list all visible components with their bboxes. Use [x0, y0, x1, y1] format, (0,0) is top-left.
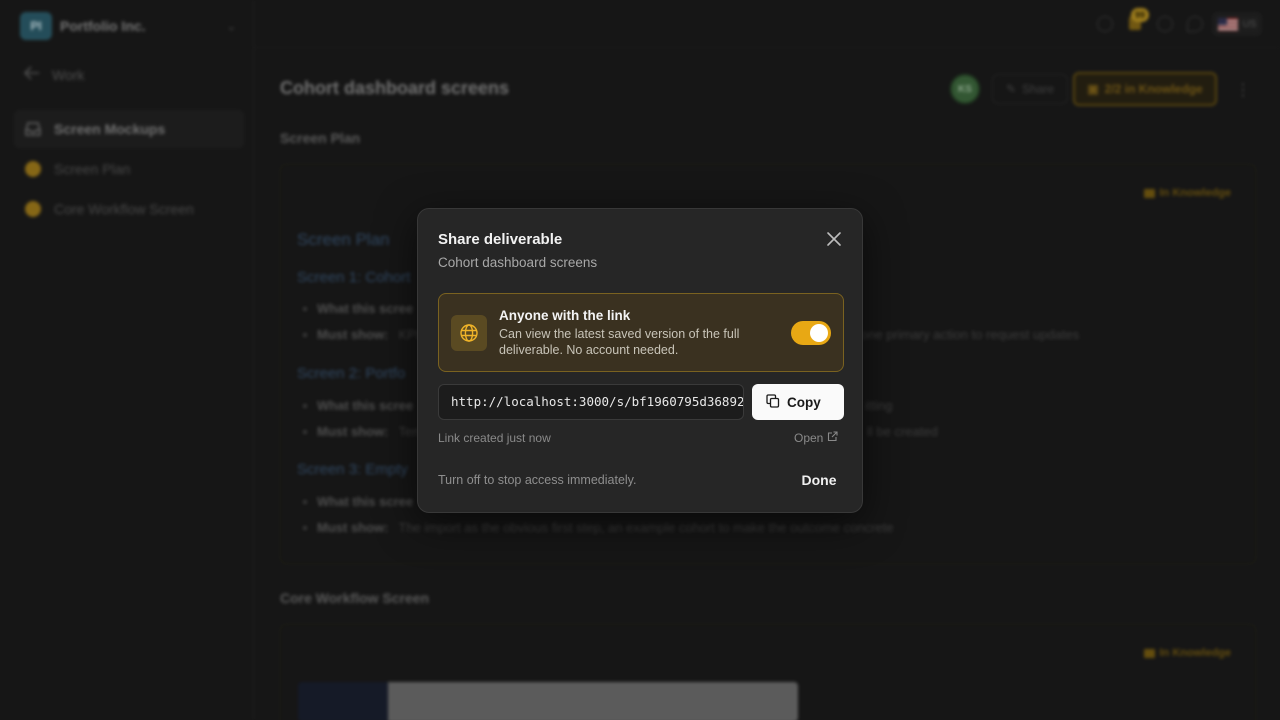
- access-title: Anyone with the link: [499, 308, 631, 323]
- open-link[interactable]: Open: [794, 431, 838, 445]
- public-link-toggle[interactable]: [791, 321, 831, 345]
- access-description: Can view the latest saved version of the…: [499, 327, 740, 357]
- footer-note: Turn off to stop access immediately.: [438, 473, 637, 487]
- public-link-setting: Anyone with the link Can view the latest…: [438, 293, 844, 372]
- link-created-text: Link created just now: [438, 431, 551, 445]
- done-button[interactable]: Done: [792, 466, 846, 494]
- close-icon[interactable]: [824, 229, 844, 249]
- open-label: Open: [794, 431, 824, 445]
- copy-button[interactable]: Copy: [752, 384, 844, 420]
- globe-icon: [451, 315, 487, 351]
- toggle-knob: [810, 324, 828, 342]
- external-link-icon: [827, 431, 838, 445]
- copy-label: Copy: [787, 394, 821, 410]
- share-url-field[interactable]: http://localhost:3000/s/bf1960795d36892: [438, 384, 744, 420]
- share-dialog: Share deliverable Cohort dashboard scree…: [417, 208, 863, 513]
- dialog-title: Share deliverable: [438, 231, 563, 248]
- copy-icon: [766, 393, 780, 411]
- dialog-subtitle: Cohort dashboard screens: [438, 255, 598, 270]
